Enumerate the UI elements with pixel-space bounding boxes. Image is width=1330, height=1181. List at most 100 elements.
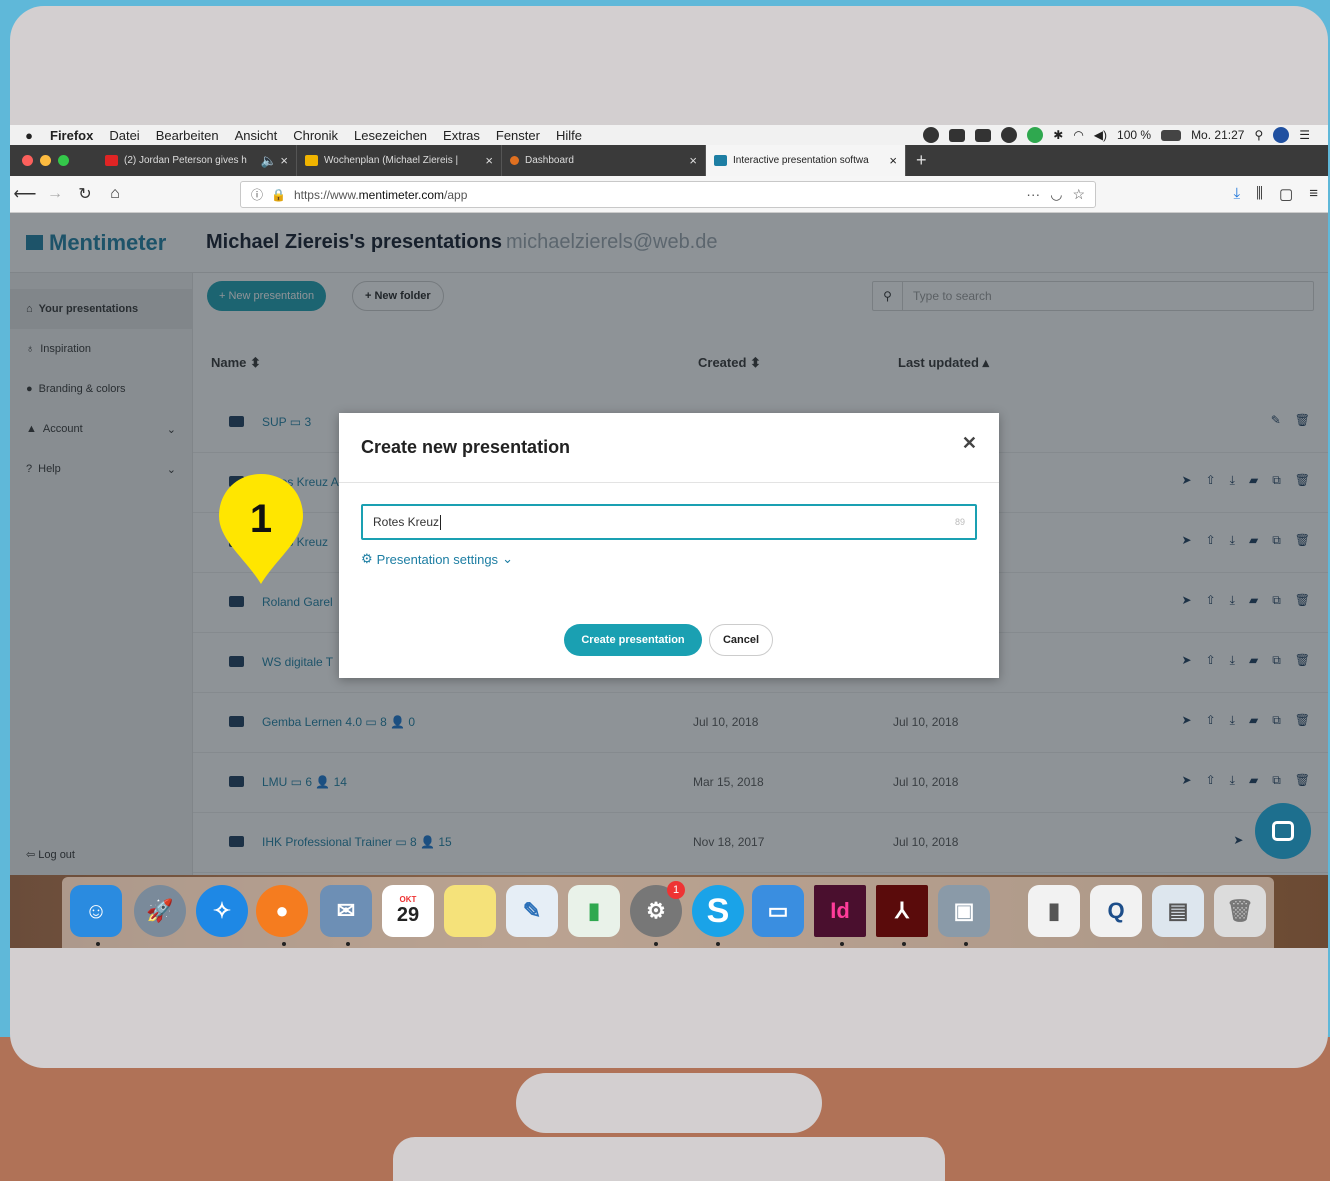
menu-extras[interactable]: Extras bbox=[443, 128, 480, 143]
menu-hilfe[interactable]: Hilfe bbox=[556, 128, 582, 143]
notification-center-icon[interactable]: ☰ bbox=[1299, 128, 1310, 142]
close-window-button[interactable] bbox=[22, 155, 33, 166]
pocket-icon[interactable]: ◡ bbox=[1050, 186, 1062, 203]
apple-menu-icon[interactable]: ● bbox=[16, 128, 42, 143]
create-presentation-button[interactable]: Create presentation bbox=[564, 624, 702, 656]
volume-icon[interactable]: ◀) bbox=[1094, 128, 1107, 142]
menu-app-firefox[interactable]: Firefox bbox=[50, 128, 93, 143]
firefox-icon[interactable]: ● bbox=[256, 885, 308, 937]
tab-wochenplan[interactable]: Wochenplan (Michael Ziereis | × bbox=[297, 145, 502, 176]
mail-icon[interactable]: ✉ bbox=[320, 885, 372, 937]
presentation-name-input[interactable]: Rotes Kreuz 89 bbox=[361, 504, 977, 540]
forward-arrow-icon[interactable]: → bbox=[40, 185, 70, 203]
spotlight-icon[interactable]: ⚲ bbox=[1254, 128, 1263, 142]
textedit-icon[interactable]: ✎ bbox=[506, 885, 558, 937]
tab-close-icon[interactable]: 🔈 × bbox=[261, 153, 288, 169]
tab-mentimeter[interactable]: Interactive presentation softwa × bbox=[706, 145, 906, 176]
presentation-settings-link[interactable]: ⚙ Presentation settings ⌄ bbox=[361, 551, 513, 567]
menubar-clock[interactable]: Mo. 21:27 bbox=[1191, 128, 1244, 142]
dashboard-favicon-icon bbox=[510, 156, 519, 165]
menu-datei[interactable]: Datei bbox=[109, 128, 139, 143]
url-text: https://www.mentimeter.com/app bbox=[293, 187, 468, 202]
zoom-window-button[interactable] bbox=[58, 155, 69, 166]
finder-icon[interactable]: ☺ bbox=[70, 885, 122, 937]
reload-icon[interactable]: ↻ bbox=[70, 184, 100, 204]
running-indicator bbox=[346, 942, 350, 946]
screenshot-file-icon[interactable]: ▤ bbox=[1152, 885, 1204, 937]
download-icon[interactable]: ⤓ bbox=[1234, 185, 1241, 203]
chat-icon bbox=[1272, 821, 1294, 841]
library-icon[interactable]: ⫼ bbox=[1256, 185, 1263, 203]
tab-youtube[interactable]: (2) Jordan Peterson gives h 🔈 × bbox=[97, 145, 297, 176]
launchpad-icon[interactable]: 🚀 bbox=[134, 885, 186, 937]
calendar-month: OKT bbox=[399, 895, 417, 904]
url-bar[interactable]: ⓘ 🔒 https://www.mentimeter.com/app ··· ◡… bbox=[240, 181, 1096, 208]
running-indicator bbox=[840, 942, 844, 946]
dropbox-status-icon[interactable] bbox=[949, 128, 966, 142]
monitor-stand-base bbox=[393, 1137, 945, 1181]
menu-fenster[interactable]: Fenster bbox=[496, 128, 540, 143]
minimize-window-button[interactable] bbox=[40, 155, 51, 166]
youtube-favicon-icon bbox=[105, 155, 118, 166]
check-status-icon[interactable] bbox=[1027, 127, 1044, 143]
chat-bubble-button[interactable] bbox=[1255, 803, 1311, 859]
wifi-icon[interactable]: ◠ bbox=[1073, 128, 1083, 142]
cancel-button[interactable]: Cancel bbox=[709, 624, 773, 656]
safari-icon[interactable]: ✧ bbox=[196, 885, 248, 937]
info-icon[interactable]: ⓘ bbox=[251, 186, 263, 203]
menu-bearbeiten[interactable]: Bearbeiten bbox=[156, 128, 219, 143]
app-status-icon[interactable] bbox=[1001, 127, 1018, 143]
wd-status-icon[interactable] bbox=[975, 128, 992, 142]
gear-icon: ⚙ bbox=[361, 551, 373, 566]
lock-icon[interactable]: 🔒 bbox=[271, 188, 286, 202]
skype-icon[interactable]: S bbox=[692, 885, 744, 937]
numbers-icon[interactable]: ▮ bbox=[568, 885, 620, 937]
back-arrow-icon[interactable]: ⟵ bbox=[10, 184, 40, 204]
calendar-icon[interactable]: OKT 29 bbox=[382, 885, 434, 937]
tab-label: Interactive presentation softwa bbox=[733, 155, 869, 166]
url-actions: ··· ◡ ☆ bbox=[1026, 186, 1095, 203]
close-icon[interactable]: ✕ bbox=[962, 433, 977, 454]
menu-chronik[interactable]: Chronik bbox=[293, 128, 338, 143]
tab-close-icon[interactable]: × bbox=[485, 153, 493, 168]
menubar-status-area: ✱ ◠ ◀) 100 % Mo. 21:27 ⚲ ☰ bbox=[923, 127, 1328, 143]
text-caret bbox=[440, 514, 442, 530]
running-indicator bbox=[282, 942, 286, 946]
notification-badge: 1 bbox=[667, 881, 685, 899]
tab-close-icon[interactable]: × bbox=[889, 153, 897, 168]
browser-navbar: ⟵ → ↻ ⌂ ⓘ 🔒 https://www.mentimeter.com/a… bbox=[10, 176, 1328, 213]
menu-lesezeichen[interactable]: Lesezeichen bbox=[354, 128, 427, 143]
chevron-down-icon: ⌄ bbox=[502, 551, 513, 566]
monitor-stand-neck bbox=[516, 1073, 822, 1133]
step-number: 1 bbox=[250, 497, 272, 541]
menu-ansicht[interactable]: Ansicht bbox=[235, 128, 278, 143]
file-icon[interactable]: ▮ bbox=[1028, 885, 1080, 937]
running-indicator bbox=[96, 942, 100, 946]
mac-dock: ☺ 🚀 ✧ ● ✉ OKT 29 ✎ ▮ ⚙ 1 S ▭ Id ⅄ ▣ ▮ Q … bbox=[10, 875, 1328, 948]
tab-close-icon[interactable]: × bbox=[689, 153, 697, 168]
keynote-icon[interactable]: ▭ bbox=[752, 885, 804, 937]
trash-icon[interactable]: 🗑 bbox=[1214, 885, 1266, 937]
mac-menubar: ● Firefox Datei Bearbeiten Ansicht Chron… bbox=[10, 125, 1328, 145]
sidebar-toggle-icon[interactable]: ▢ bbox=[1279, 185, 1293, 203]
bluetooth-icon[interactable]: ✱ bbox=[1053, 128, 1063, 142]
quicktime-file-icon[interactable]: Q bbox=[1090, 885, 1142, 937]
battery-icon[interactable] bbox=[1161, 129, 1182, 141]
indesign-icon[interactable]: Id bbox=[814, 885, 866, 937]
bookmark-star-icon[interactable]: ☆ bbox=[1072, 186, 1085, 203]
acrobat-icon[interactable]: ⅄ bbox=[876, 885, 928, 937]
tab-label: Wochenplan (Michael Ziereis | bbox=[324, 155, 459, 166]
new-tab-icon[interactable]: + bbox=[916, 150, 927, 171]
home-icon[interactable]: ⌂ bbox=[100, 185, 130, 203]
preview-icon[interactable]: ▣ bbox=[938, 885, 990, 937]
tab-dashboard[interactable]: Dashboard × bbox=[502, 145, 706, 176]
tab-label: (2) Jordan Peterson gives h bbox=[124, 155, 247, 166]
step-marker-pin: 1 bbox=[219, 474, 303, 584]
skype-status-icon[interactable] bbox=[923, 127, 940, 143]
hamburger-menu-icon[interactable]: ≡ bbox=[1309, 185, 1318, 203]
page-actions-icon[interactable]: ··· bbox=[1026, 186, 1040, 203]
calendar-day: 29 bbox=[396, 904, 420, 926]
running-indicator bbox=[716, 942, 720, 946]
notes-icon[interactable] bbox=[444, 885, 496, 937]
siri-icon[interactable] bbox=[1273, 127, 1290, 143]
